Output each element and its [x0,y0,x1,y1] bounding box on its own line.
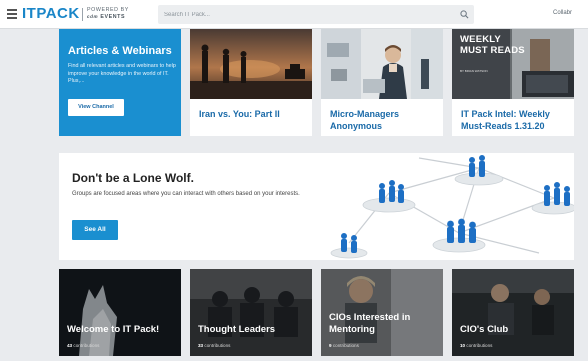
menu-icon[interactable] [7,9,17,19]
channel-title: Articles & Webinars [68,45,172,57]
channel-description: Find all relevant articles and webinars … [68,63,176,84]
office-worker-image [321,29,443,99]
contributions-count: 33 contributions [198,343,231,348]
article-card-iran[interactable]: Iran vs. You: Part II [190,29,312,136]
cdm-logo-icon: cdm [87,13,99,19]
group-title[interactable]: CIO's Club [460,324,508,336]
powered-by-brand: cdm EVENTS [87,13,126,20]
group-tile-cios-club[interactable]: CIO's Club 10 contributions [452,269,574,356]
banner-title: Don't be a Lone Wolf. [72,171,194,185]
search-icon[interactable] [460,10,469,19]
article-card-micromanagers[interactable]: Micro-Managers Anonymous [321,29,443,136]
article-card-weekly-reads[interactable]: WEEKLY MUST READS BY BRIAN WATSON IT Pac… [452,29,574,136]
network-people-illustration [330,155,574,259]
view-channel-button[interactable]: View Channel [68,99,124,116]
article-title[interactable]: Iran vs. You: Part II [199,109,309,121]
soldiers-image [190,29,312,99]
weekly-reads-caption: WEEKLY MUST READS [460,34,525,56]
articles-webinars-card: Articles & Webinars Find all relevant ar… [59,29,181,136]
group-title[interactable]: Welcome to IT Pack! [67,324,159,336]
article-title[interactable]: Micro-Managers Anonymous [330,109,440,132]
itpack-logo[interactable]: ITPACK [22,5,80,22]
collabr-link[interactable]: Collabr [553,10,572,16]
see-all-button[interactable]: See All [72,220,118,240]
search-input[interactable] [164,5,454,24]
group-title[interactable]: Thought Leaders [198,324,275,336]
group-tile-welcome[interactable]: Welcome to IT Pack! 43 contributions [59,269,181,356]
group-tile-thought-leaders[interactable]: Thought Leaders 33 contributions [190,269,312,356]
powered-by-label: POWERED BY cdm EVENTS [87,7,129,20]
banner-description: Groups are focused areas where you can i… [72,191,300,197]
contributions-count: 43 contributions [67,343,100,348]
article-title[interactable]: IT Pack Intel: Weekly Must-Reads 1.31.20 [461,109,571,132]
contributions-count: 9 contributions [329,343,359,348]
group-tile-cios-mentoring[interactable]: CIOs Interested in Mentoring 9 contribut… [321,269,443,356]
search-bar [158,5,474,24]
groups-banner: Don't be a Lone Wolf. Groups are focused… [59,153,574,260]
top-bar: ITPACK POWERED BY cdm EVENTS Collabr [0,0,588,29]
weekly-reads-byline: BY BRIAN WATSON [460,69,488,73]
contributions-count: 10 contributions [460,343,493,348]
group-title[interactable]: CIOs Interested in Mentoring [329,312,443,336]
logo-divider [82,8,83,21]
